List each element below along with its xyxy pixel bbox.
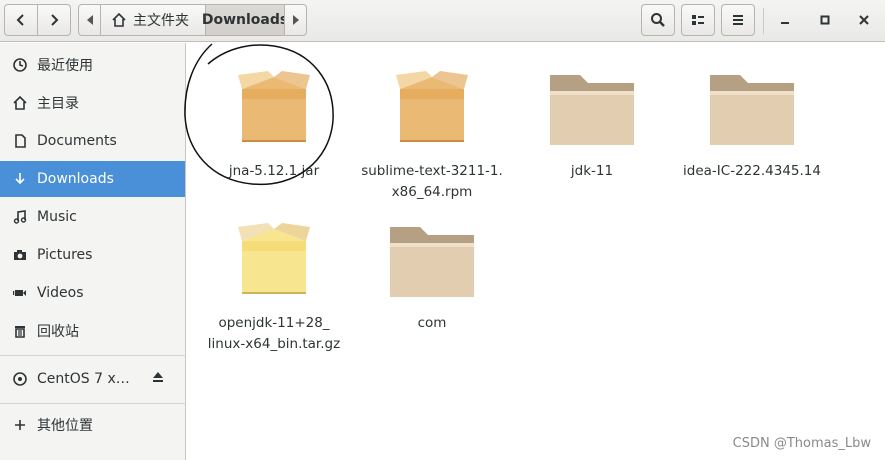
- chevron-right-icon: [51, 14, 59, 26]
- close-icon: [859, 15, 869, 25]
- file-label: com: [417, 315, 447, 331]
- file-label: jna-5.12.1.jar: [228, 163, 320, 179]
- list-view-icon: [692, 15, 704, 25]
- file-label: sublime-text-3211-1.: [361, 163, 503, 179]
- sidebar-separator: [0, 355, 186, 356]
- trash-icon: [11, 322, 29, 340]
- places-sidebar: 最近使用 主目录 Documents Downloads Music Pictu…: [0, 43, 186, 460]
- folder-icon: [550, 75, 634, 145]
- search-icon: [651, 13, 665, 27]
- file-item-jna-jar[interactable]: jna-5.12.1.jar: [199, 53, 349, 182]
- sidebar-item-other-locations[interactable]: 其他位置: [0, 407, 185, 443]
- plus-icon: [11, 416, 29, 434]
- folder-item-idea[interactable]: idea-IC-222.4345.14: [677, 53, 827, 182]
- file-label: jdk-11: [570, 163, 614, 179]
- folder-icon: [710, 75, 794, 145]
- eject-icon[interactable]: [151, 370, 165, 388]
- path-current-button[interactable]: Downloads: [201, 4, 289, 36]
- path-home-label: 主文件夹: [133, 13, 189, 29]
- sidebar-item-label: 主目录: [37, 96, 79, 112]
- sidebar-item-videos[interactable]: Videos: [0, 275, 185, 311]
- path-current-label: Downloads: [201, 12, 289, 28]
- chevron-left-icon: [16, 14, 24, 26]
- header-bar: 主文件夹 Downloads: [0, 0, 885, 42]
- sidebar-separator: [0, 403, 186, 404]
- file-item-openjdk-tar[interactable]: openjdk-11+28_ linux-x64_bin.tar.gz: [199, 205, 349, 355]
- sidebar-item-label: Pictures: [37, 247, 93, 263]
- header-separator: [763, 8, 764, 34]
- file-label-line2: linux-x64_bin.tar.gz: [207, 336, 341, 352]
- sidebar-item-documents[interactable]: Documents: [0, 123, 185, 159]
- sidebar-item-label: Videos: [37, 285, 84, 301]
- minimize-button[interactable]: [771, 6, 799, 34]
- music-icon: [11, 208, 29, 226]
- path-scroll-right-button[interactable]: [284, 4, 307, 36]
- package-icon: [238, 71, 310, 142]
- sidebar-item-label: Documents: [37, 133, 117, 149]
- sidebar-item-downloads[interactable]: Downloads: [0, 161, 185, 197]
- sidebar-item-pictures[interactable]: Pictures: [0, 237, 185, 273]
- sidebar-item-label: 其他位置: [37, 418, 93, 434]
- triangle-right-icon: [292, 15, 299, 25]
- sidebar-item-home[interactable]: 主目录: [0, 85, 185, 121]
- close-button[interactable]: [850, 6, 878, 34]
- disc-icon: [11, 370, 29, 388]
- triangle-left-icon: [86, 15, 93, 25]
- camera-icon: [11, 246, 29, 264]
- file-item-sublime-rpm[interactable]: sublime-text-3211-1. x86_64.rpm: [357, 53, 507, 203]
- sidebar-item-label: Downloads: [37, 171, 114, 187]
- archive-icon: [238, 223, 310, 294]
- file-label: idea-IC-222.4345.14: [683, 163, 821, 179]
- sidebar-item-drive[interactable]: CentOS 7 x…: [0, 361, 185, 397]
- package-icon: [396, 71, 468, 142]
- forward-button[interactable]: [37, 4, 71, 36]
- home-icon: [112, 12, 126, 27]
- sidebar-item-music[interactable]: Music: [0, 199, 185, 235]
- back-button[interactable]: [4, 4, 38, 36]
- sidebar-item-recent[interactable]: 最近使用: [0, 47, 185, 83]
- sidebar-item-label: 最近使用: [37, 58, 93, 74]
- sidebar-item-label: Music: [37, 209, 77, 225]
- hamburger-icon: [733, 15, 743, 25]
- sidebar-item-label: 回收站: [37, 324, 79, 340]
- home-icon: [11, 94, 29, 112]
- file-label: openjdk-11+28_: [218, 315, 330, 331]
- document-icon: [11, 132, 29, 150]
- folder-icon: [390, 227, 474, 297]
- maximize-button[interactable]: [811, 6, 839, 34]
- clock-icon: [11, 56, 29, 74]
- menu-button[interactable]: [721, 4, 755, 36]
- path-bar: 主文件夹 Downloads: [78, 4, 330, 36]
- path-scroll-left-button[interactable]: [78, 4, 101, 36]
- video-icon: [11, 284, 29, 302]
- watermark: CSDN @Thomas_Lbw: [732, 436, 871, 451]
- view-mode-button[interactable]: [681, 4, 715, 36]
- maximize-icon: [820, 15, 830, 25]
- folder-item-com[interactable]: com: [357, 205, 507, 334]
- path-home-button[interactable]: 主文件夹: [100, 4, 206, 36]
- minimize-icon: [781, 22, 789, 24]
- search-button[interactable]: [641, 4, 675, 36]
- folder-item-jdk-11[interactable]: jdk-11: [517, 53, 667, 182]
- file-label-line2: x86_64.rpm: [391, 184, 473, 200]
- download-icon: [11, 170, 29, 188]
- sidebar-item-trash[interactable]: 回收站: [0, 313, 185, 349]
- navigation-buttons: [4, 4, 72, 36]
- sidebar-item-label: CentOS 7 x…: [37, 371, 130, 387]
- file-grid: jna-5.12.1.jar sublime-text-3211-1. x86_…: [187, 43, 885, 460]
